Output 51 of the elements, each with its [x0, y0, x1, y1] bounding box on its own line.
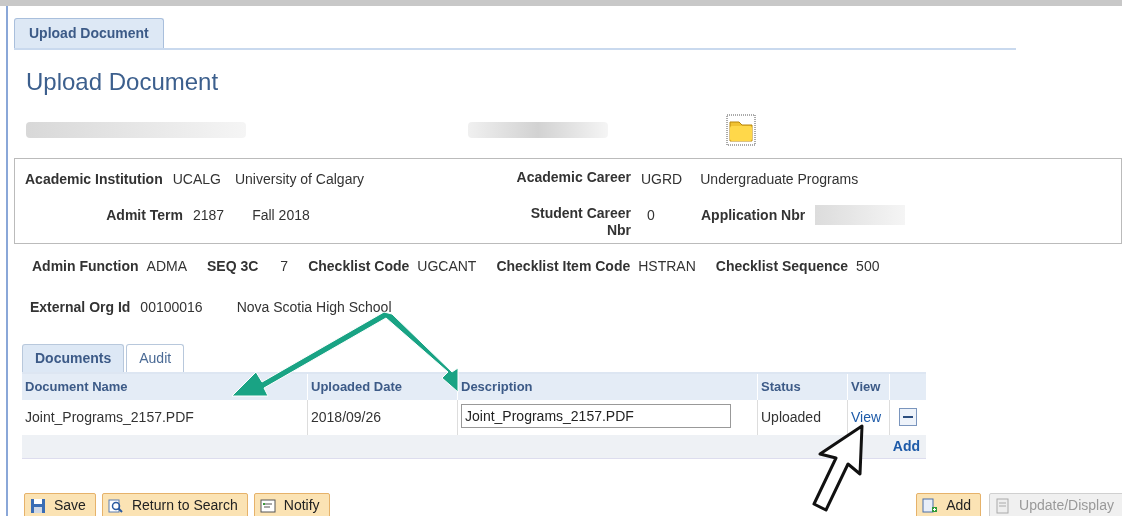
field-label: Application Nbr — [701, 206, 806, 225]
column-header: View — [848, 374, 890, 400]
note-icon — [259, 497, 276, 514]
toolbar-button[interactable]: Add — [916, 492, 982, 516]
column-header: Description — [458, 374, 758, 400]
field-value: Fall 2018 — [252, 206, 310, 225]
table-cell: Uploaded — [758, 399, 848, 435]
minus-icon — [903, 416, 913, 418]
field-label: Checklist Sequence — [715, 257, 849, 276]
view-link[interactable]: View — [851, 408, 882, 425]
field-label: Admit Term — [105, 206, 183, 225]
description-field[interactable]: Joint_Programs_2157.PDF — [461, 403, 731, 428]
field-code: 2187 — [193, 206, 225, 225]
field-value: 500 — [856, 257, 880, 276]
field-label: Academic Institution — [25, 170, 163, 189]
field-label: Admin Function — [32, 257, 139, 276]
document-plus-icon — [922, 497, 939, 514]
grid-tab[interactable]: Documents — [22, 344, 125, 372]
add-row-link[interactable]: Add — [892, 435, 920, 457]
field-value: HSTRAN — [638, 257, 696, 276]
column-header: Uploaded Date — [308, 374, 458, 400]
field-code: 00100016 — [140, 298, 203, 317]
toolbar-button[interactable]: Save — [24, 492, 96, 516]
field-value: UGCANT — [417, 257, 477, 276]
delete-row-button[interactable] — [899, 408, 917, 426]
field-label: Student Career Nbr — [529, 205, 631, 239]
field-label: SEQ 3C — [207, 257, 259, 276]
page-title: Upload Document — [26, 67, 219, 97]
field-value: University of Calgary — [234, 170, 365, 189]
folder-icon — [726, 114, 756, 146]
toolbar-button[interactable]: Return to Search — [101, 492, 248, 516]
field-code: 0 — [647, 206, 655, 225]
field-code: UCALG — [172, 170, 221, 189]
field-value: Nova Scotia High School — [236, 298, 392, 317]
toolbar-button[interactable]: Notify — [253, 492, 330, 516]
field-label: Academic Career — [515, 169, 631, 187]
field-label: Checklist Item Code — [496, 257, 631, 276]
field-label: External Org Id — [30, 298, 131, 317]
table-cell: Joint_Programs_2157.PDF — [22, 399, 308, 435]
column-header: Document Name — [22, 374, 308, 400]
field-label: Checklist Code — [308, 257, 410, 276]
field-value: ADMA — [146, 257, 187, 276]
field-value: 7 — [280, 257, 289, 276]
page-tab[interactable]: Upload Document — [14, 18, 164, 48]
document-icon — [995, 497, 1012, 514]
table-cell: 2018/09/26 — [308, 399, 458, 435]
field-value: Undergraduate Programs — [700, 170, 859, 189]
column-header: Status — [758, 374, 848, 400]
grid-tab[interactable]: Audit — [126, 344, 185, 372]
magnifier-icon — [107, 497, 124, 514]
field-code: UGRD — [641, 170, 683, 189]
